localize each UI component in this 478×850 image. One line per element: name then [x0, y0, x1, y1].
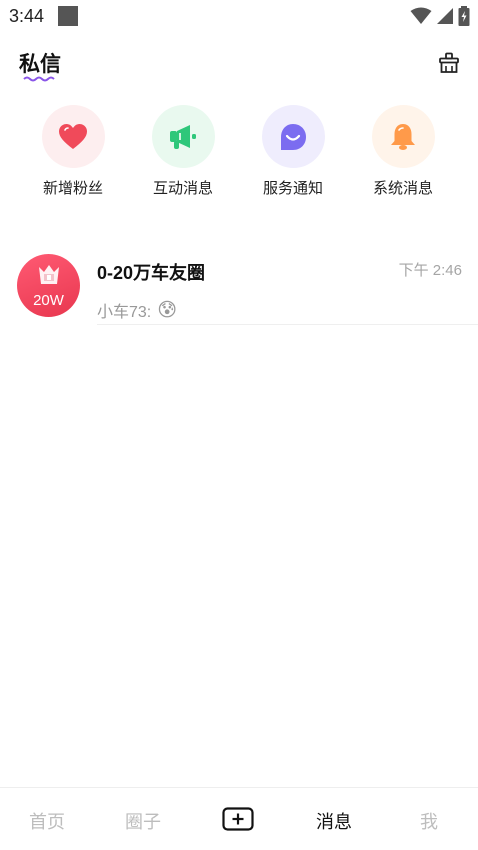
quick-icon-circle: [151, 105, 215, 168]
publish-button[interactable]: [222, 807, 254, 831]
status-icons: [410, 6, 470, 26]
conversation-preview: 小车73: 😰: [97, 298, 177, 322]
quick-service-notifications[interactable]: 服务通知: [248, 105, 338, 198]
conversation-name: 0-20万车友圈: [97, 263, 206, 283]
divider: [97, 324, 478, 325]
signal-icon: [437, 8, 453, 24]
quick-new-followers[interactable]: 新增粉丝: [28, 105, 118, 198]
preview-emoji: 😰: [157, 299, 178, 321]
quick-label: 新增粉丝: [42, 180, 103, 197]
clear-unread-button[interactable]: [436, 50, 462, 76]
bell-icon: [391, 123, 415, 150]
title-underline-wave: [23, 76, 55, 82]
page-title: 私信: [19, 53, 61, 76]
megaphone-icon: [170, 124, 196, 149]
quick-label: 互动消息: [152, 180, 213, 197]
nav-messages[interactable]: 消息: [316, 808, 352, 834]
quick-label: 服务通知: [262, 180, 323, 197]
broom-basket-icon: [439, 52, 459, 73]
conversation-time: 下午 2:46: [398, 262, 462, 279]
heart-icon: [59, 123, 87, 149]
group-avatar: 20W: [17, 254, 80, 317]
status-time: 3:44: [9, 6, 45, 26]
status-bar: 3:44: [0, 0, 478, 34]
bottom-nav: 首页 圈子 消息 我: [0, 787, 478, 850]
quick-interactions[interactable]: 互动消息: [138, 105, 228, 198]
quick-icon-circle: [261, 105, 325, 168]
nav-circle[interactable]: 圈子: [125, 808, 161, 834]
wifi-icon: [410, 7, 432, 24]
battery-icon: [458, 6, 470, 26]
quick-icon-circle: [41, 105, 105, 168]
conversation-item[interactable]: 20W 0-20万车友圈 下午 2:46 小车73: 😰: [0, 248, 478, 326]
crown-badge-icon: [39, 265, 59, 284]
quick-label: 系统消息: [372, 180, 433, 197]
nav-me[interactable]: 我: [420, 808, 438, 834]
nav-home[interactable]: 首页: [29, 808, 65, 834]
notification-icon: [58, 6, 78, 26]
preview-sender: 小车73:: [97, 304, 152, 321]
quick-icon-circle: [371, 105, 435, 168]
plus-box-icon: [222, 807, 254, 831]
quick-entries: 新增粉丝 互动消息 服务通知 系统消息: [0, 105, 478, 205]
quick-system-messages[interactable]: 系统消息: [358, 105, 448, 198]
avatar-text: 20W: [33, 292, 64, 309]
chat-bubble-icon: [281, 123, 306, 150]
header: 私信: [0, 38, 478, 94]
